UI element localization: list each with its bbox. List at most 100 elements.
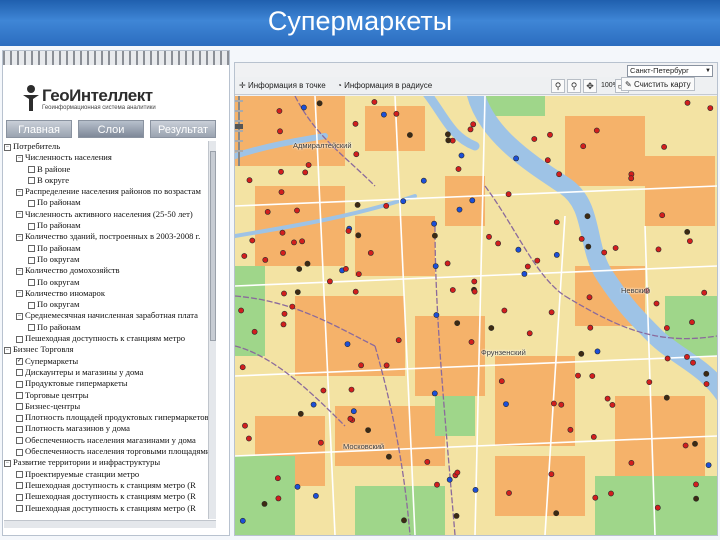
supermarket-marker[interactable] (659, 212, 666, 219)
supermarket-marker[interactable] (707, 105, 714, 111)
supermarket-marker[interactable] (661, 144, 667, 150)
supermarket-marker[interactable] (348, 386, 355, 393)
supermarket-marker[interactable] (291, 239, 297, 246)
tree-item[interactable]: По районам (4, 197, 208, 208)
supermarket-marker[interactable] (578, 235, 585, 242)
checkbox[interactable] (28, 301, 35, 309)
supermarket-marker[interactable] (296, 266, 303, 272)
supermarket-marker[interactable] (352, 288, 359, 295)
supermarket-marker[interactable] (395, 337, 402, 344)
tree-item[interactable]: − Потребитель (4, 141, 208, 152)
supermarket-marker[interactable] (345, 228, 352, 234)
supermarket-marker[interactable] (239, 364, 246, 371)
supermarket-marker[interactable] (684, 353, 690, 360)
checkbox[interactable] (28, 324, 35, 332)
supermarket-marker[interactable] (521, 270, 528, 277)
supermarket-marker[interactable] (347, 415, 354, 422)
supermarket-marker[interactable] (251, 328, 258, 335)
supermarket-marker[interactable] (446, 476, 453, 483)
tree-item[interactable]: По районам (4, 243, 208, 254)
supermarket-marker[interactable] (593, 127, 600, 134)
supermarket-marker[interactable] (544, 157, 551, 164)
tree-item[interactable]: Плотность площадей продуктовых гипермарк… (4, 412, 208, 423)
supermarket-marker[interactable] (472, 486, 479, 493)
checkbox[interactable] (16, 437, 23, 445)
supermarket-marker[interactable] (245, 435, 252, 442)
tree-item[interactable]: По округам (4, 254, 208, 265)
supermarket-marker[interactable] (515, 246, 522, 253)
supermarket-marker[interactable] (305, 162, 312, 168)
supermarket-marker[interactable] (524, 263, 531, 270)
supermarket-marker[interactable] (275, 475, 281, 482)
supermarket-marker[interactable] (575, 372, 581, 379)
supermarket-marker[interactable] (580, 143, 587, 150)
supermarket-marker[interactable] (682, 442, 689, 449)
supermarket-marker[interactable] (431, 390, 438, 397)
checkbox[interactable] (16, 414, 23, 422)
supermarket-marker[interactable] (468, 339, 475, 345)
supermarket-marker[interactable] (608, 490, 614, 497)
supermarket-marker[interactable] (526, 330, 533, 337)
checkbox[interactable] (16, 425, 23, 433)
supermarket-marker[interactable] (654, 504, 661, 511)
supermarket-marker[interactable] (663, 394, 670, 401)
supermarket-marker[interactable] (246, 177, 253, 184)
supermarket-marker[interactable] (383, 203, 390, 209)
supermarket-marker[interactable] (454, 320, 461, 326)
supermarket-marker[interactable] (553, 510, 560, 517)
tree-item[interactable]: Проектируемые станции метро (4, 469, 208, 480)
supermarket-marker[interactable] (703, 370, 710, 377)
checkbox[interactable] (16, 471, 23, 479)
tree-item[interactable]: Пешеходная доступность к станциям метро … (4, 480, 208, 491)
clear-map-button[interactable]: ✎ Счистить карту (621, 77, 695, 91)
supermarket-marker[interactable] (299, 238, 305, 245)
supermarket-marker[interactable] (278, 189, 285, 195)
supermarket-marker[interactable] (279, 229, 286, 236)
supermarket-marker[interactable] (454, 469, 461, 476)
info-point-button[interactable]: ✛ Информация в точке (239, 79, 326, 93)
supermarket-marker[interactable] (355, 271, 362, 277)
tab-home[interactable]: Главная (6, 120, 72, 138)
checkbox[interactable] (16, 493, 23, 501)
tree-item[interactable]: − Численность населения (4, 152, 208, 163)
collapse-icon[interactable]: − (16, 211, 23, 219)
collapse-icon[interactable]: − (16, 154, 23, 162)
supermarket-marker[interactable] (531, 136, 538, 142)
tree-horizontal-scrollbar[interactable] (4, 520, 216, 528)
supermarket-marker[interactable] (692, 440, 698, 447)
supermarket-marker[interactable] (432, 263, 439, 269)
supermarket-marker[interactable] (498, 378, 505, 385)
supermarket-marker[interactable] (264, 209, 271, 215)
checkbox[interactable] (28, 222, 35, 230)
supermarket-marker[interactable] (455, 166, 462, 172)
tree-item[interactable]: − Бизнес Торговля (4, 344, 208, 355)
supermarket-marker[interactable] (327, 278, 333, 285)
tree-item[interactable]: По районам (4, 322, 208, 333)
tree-item[interactable]: − Распределение населения районов по возр… (4, 186, 208, 197)
supermarket-marker[interactable] (585, 243, 592, 250)
supermarket-marker[interactable] (445, 137, 452, 144)
supermarket-marker[interactable] (294, 483, 301, 490)
supermarket-marker[interactable] (495, 240, 501, 247)
supermarket-marker[interactable] (558, 401, 565, 408)
supermarket-marker[interactable] (590, 433, 597, 440)
supermarket-marker[interactable] (294, 289, 301, 295)
supermarket-marker[interactable] (383, 362, 390, 369)
checkbox[interactable] (28, 166, 35, 174)
supermarket-marker[interactable] (550, 400, 557, 407)
supermarket-marker[interactable] (352, 120, 359, 127)
checkbox[interactable] (16, 505, 23, 513)
supermarket-marker[interactable] (444, 260, 451, 267)
supermarket-marker[interactable] (604, 395, 611, 402)
tree-item[interactable]: Продуктовые гипермаркеты (4, 378, 208, 389)
checkbox[interactable] (16, 403, 23, 411)
supermarket-marker[interactable] (601, 249, 608, 256)
tree-item[interactable]: Дискаунтеры и магазины у дома (4, 367, 208, 378)
supermarket-marker[interactable] (684, 228, 691, 235)
supermarket-marker[interactable] (358, 362, 364, 369)
supermarket-marker[interactable] (365, 427, 371, 433)
checkbox[interactable] (16, 482, 23, 490)
supermarket-marker[interactable] (701, 289, 708, 296)
supermarket-marker[interactable] (310, 401, 317, 408)
tree-item[interactable]: − Развитие территории и инфраструктуры (4, 457, 208, 468)
